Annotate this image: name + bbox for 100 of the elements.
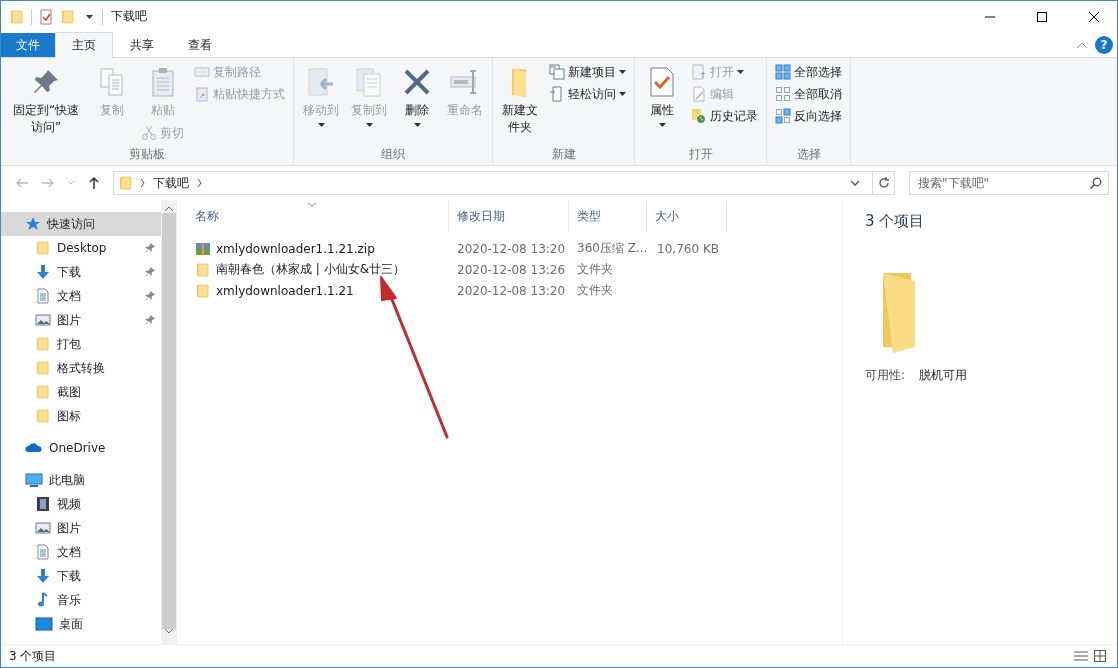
film-icon bbox=[35, 496, 51, 512]
pin-icon bbox=[145, 243, 155, 253]
pin-icon bbox=[145, 315, 155, 325]
navigation-item[interactable]: 截图 bbox=[1, 380, 161, 404]
navigation-item[interactable]: 图片 bbox=[1, 308, 161, 332]
navigation-item[interactable]: 图片 bbox=[1, 516, 161, 540]
file-date: 2020-12-08 13:20 bbox=[456, 283, 567, 298]
desktop-icon bbox=[35, 616, 53, 632]
close-icon bbox=[1089, 11, 1099, 22]
download-arrow-icon bbox=[35, 264, 51, 280]
navigation-item[interactable]: 视频 bbox=[1, 492, 161, 516]
invert-selection-icon bbox=[775, 108, 791, 124]
details-heading: 3 个项目 bbox=[865, 212, 926, 231]
new-item-icon bbox=[549, 64, 565, 80]
select-all-icon bbox=[775, 64, 791, 80]
column-header[interactable]: 名称 bbox=[187, 201, 449, 232]
chevron-right-icon bbox=[140, 179, 145, 187]
chevron-right-icon bbox=[197, 179, 202, 187]
caret-icon bbox=[737, 70, 744, 74]
navigation-item[interactable]: 文档 bbox=[1, 540, 161, 564]
large-icons-view-button[interactable] bbox=[1091, 650, 1109, 662]
up-icon bbox=[87, 176, 101, 190]
caret-icon bbox=[365, 123, 373, 127]
details-view-icon bbox=[1074, 650, 1088, 662]
folder-icon bbox=[35, 384, 51, 400]
star-icon bbox=[25, 216, 41, 232]
open-icon bbox=[691, 64, 707, 80]
column-header[interactable]: 类型 bbox=[569, 201, 647, 232]
collapse-ribbon-icon[interactable] bbox=[1077, 41, 1087, 48]
ribbon-command[interactable]: 属性 bbox=[639, 61, 685, 130]
file-row-name[interactable]: xmlydownloader1.1.21.zip bbox=[187, 240, 449, 257]
folder-icon bbox=[60, 8, 76, 25]
file-row-name[interactable]: xmlydownloader1.1.21 bbox=[187, 282, 449, 299]
pin-icon bbox=[145, 267, 155, 277]
navigation-item[interactable]: 下载 bbox=[1, 260, 161, 284]
shortcut-icon bbox=[194, 86, 210, 102]
chevron-down-icon bbox=[850, 180, 860, 186]
ribbon-tab[interactable]: 共享 bbox=[113, 33, 171, 57]
file-date: 2020-12-08 13:26 bbox=[456, 262, 567, 277]
file-row-name[interactable]: 南朝春色（林家成 | 小仙女&廿三） bbox=[187, 261, 449, 278]
help-button[interactable]: ? bbox=[1095, 35, 1113, 54]
navigation-item[interactable]: 图标 bbox=[1, 404, 161, 428]
refresh-icon bbox=[877, 177, 890, 189]
ribbon-command[interactable]: 历史记录 bbox=[687, 105, 762, 127]
navigation-item[interactable]: 打包 bbox=[1, 332, 161, 356]
ribbon-command[interactable]: 新建项目 bbox=[545, 61, 630, 83]
caret-icon bbox=[85, 14, 93, 19]
availability-label: 可用性: bbox=[865, 367, 906, 384]
checkmark-document-icon bbox=[38, 8, 54, 25]
navigation-item[interactable]: OneDrive bbox=[1, 436, 161, 460]
ribbon-command[interactable]: 反向选择 bbox=[771, 105, 846, 127]
history-icon bbox=[691, 108, 707, 124]
ribbon-command[interactable]: 固定到“快速访问” bbox=[5, 61, 87, 139]
folder-icon bbox=[35, 360, 51, 376]
folder-icon bbox=[35, 408, 51, 424]
breadcrumb[interactable]: 下载吧 bbox=[151, 174, 191, 192]
picture-icon bbox=[35, 520, 51, 536]
ribbon-command[interactable]: 新建文件夹 bbox=[497, 61, 543, 139]
file-type: 360压缩 Z... bbox=[576, 240, 647, 257]
navigation-item[interactable]: 此电脑 bbox=[1, 468, 161, 492]
scroll-up-icon bbox=[165, 206, 173, 211]
ribbon-command[interactable]: 全部取消 bbox=[771, 83, 846, 105]
ribbon-group-label: 组织 bbox=[380, 146, 406, 163]
document-icon bbox=[35, 288, 51, 304]
pin-icon bbox=[145, 291, 155, 301]
folder-icon bbox=[35, 240, 51, 256]
ribbon-group-label: 选择 bbox=[795, 146, 822, 163]
computer-icon bbox=[25, 472, 43, 488]
folder-icon bbox=[195, 282, 211, 299]
folder-icon bbox=[9, 8, 25, 25]
ribbon-tab[interactable]: 主页 bbox=[55, 32, 113, 58]
ribbon-command[interactable]: 轻松访问 bbox=[545, 83, 630, 105]
navigation-item[interactable]: 下载 bbox=[1, 564, 161, 588]
maximize-icon bbox=[1037, 11, 1047, 22]
navigation-item[interactable]: 格式转换 bbox=[1, 356, 161, 380]
file-type: 文件夹 bbox=[576, 282, 614, 299]
large-icons-view-icon bbox=[1094, 650, 1106, 662]
sort-indicator-icon bbox=[307, 202, 317, 207]
scrollbar[interactable] bbox=[161, 200, 177, 644]
search-field[interactable]: 搜索"下载吧" bbox=[909, 171, 1109, 195]
download-arrow-icon bbox=[35, 568, 51, 584]
caret-icon bbox=[413, 123, 421, 127]
navigation-item[interactable]: Desktop bbox=[1, 236, 161, 260]
back-icon bbox=[15, 176, 29, 190]
navigation-item[interactable]: 文档 bbox=[1, 284, 161, 308]
navigation-item[interactable]: 音乐 bbox=[1, 588, 161, 612]
column-header[interactable]: 大小 bbox=[647, 201, 727, 232]
navigation-item[interactable]: 快速访问 bbox=[1, 212, 161, 236]
file-type: 文件夹 bbox=[576, 261, 614, 278]
address-field[interactable]: 下载吧 bbox=[113, 171, 895, 195]
document-icon bbox=[35, 544, 51, 560]
ribbon-command[interactable]: 删除 bbox=[394, 61, 440, 130]
file-menu-tab[interactable]: 文件 bbox=[1, 33, 55, 57]
edit-icon bbox=[691, 86, 707, 102]
caret-icon bbox=[619, 92, 626, 96]
ribbon-tab[interactable]: 查看 bbox=[171, 33, 229, 57]
navigation-item[interactable]: 桌面 bbox=[1, 612, 161, 636]
column-header[interactable]: 修改日期 bbox=[449, 201, 569, 232]
ribbon-command[interactable]: 全部选择 bbox=[771, 61, 846, 83]
ribbon-group-label: 新建 bbox=[550, 146, 577, 163]
